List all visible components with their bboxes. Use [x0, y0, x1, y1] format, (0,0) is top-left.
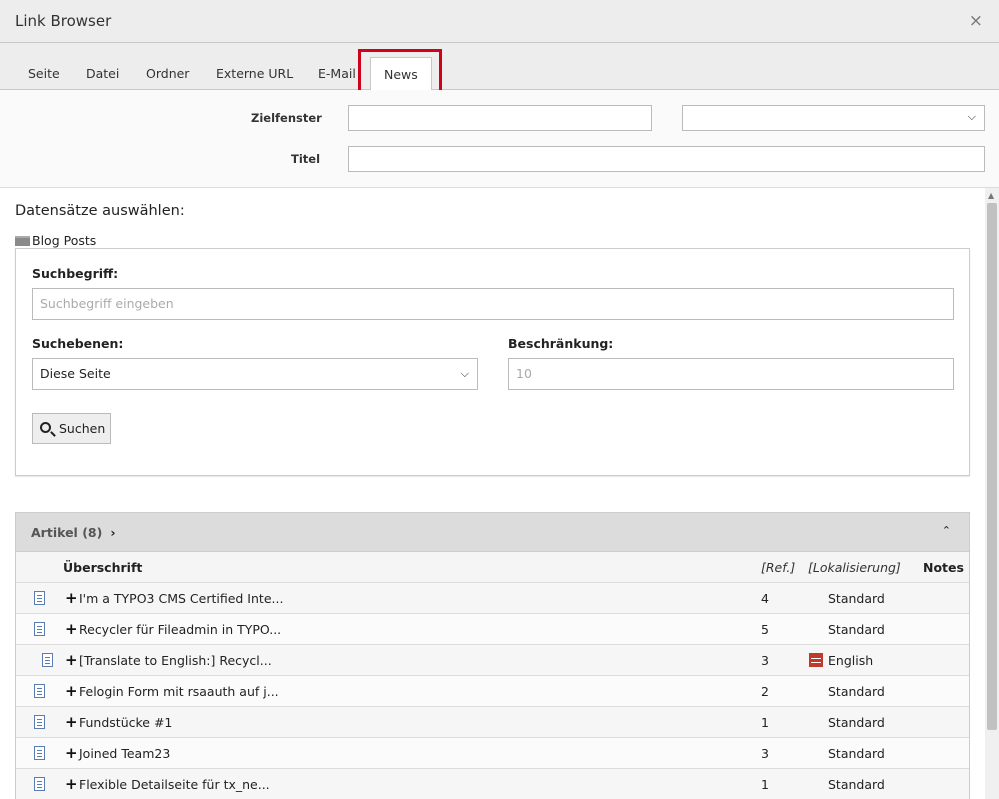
record-ref-count: 3	[761, 653, 769, 668]
title-input[interactable]	[348, 146, 985, 172]
record-title[interactable]: Flexible Detailseite für tx_ne...	[79, 777, 270, 792]
add-icon[interactable]: +	[65, 620, 78, 638]
record-language: Standard	[828, 777, 885, 792]
tab-datei[interactable]: Datei	[86, 57, 119, 90]
record-ref-count: 3	[761, 746, 769, 761]
record-ref-count: 2	[761, 684, 769, 699]
chevron-right-icon: ›	[110, 525, 115, 540]
search-icon	[40, 422, 51, 433]
record-ref-count: 4	[761, 591, 769, 606]
chevron-up-icon[interactable]: ⌃	[942, 524, 951, 537]
records-panel: Artikel (8) › ⌃ Überschrift [Ref.] [Lokal…	[15, 512, 970, 799]
folder-name: Blog Posts	[32, 233, 96, 248]
column-header-ref: [Ref.]	[761, 560, 795, 575]
add-icon[interactable]: +	[65, 713, 78, 731]
table-row: + Joined Team23 3 Standard	[16, 738, 969, 769]
chevron-down-icon: ⌵	[461, 359, 469, 389]
record-language: Standard	[828, 746, 885, 761]
records-panel-header: Artikel (8) › ⌃	[16, 513, 969, 552]
modal-header: Link Browser ×	[0, 0, 999, 43]
limit-label: Beschränkung:	[508, 336, 613, 351]
record-title[interactable]: Recycler für Fileadmin in TYPO...	[79, 622, 281, 637]
record-language: English	[828, 653, 873, 668]
record-language: Standard	[828, 684, 885, 699]
record-title[interactable]: Fundstücke #1	[79, 715, 172, 730]
table-row: + Flexible Detailseite für tx_ne... 1 St…	[16, 769, 969, 799]
tab-seite[interactable]: Seite	[28, 57, 60, 90]
scrollbar[interactable]: ▲	[985, 188, 999, 799]
document-icon	[34, 591, 45, 605]
add-icon[interactable]: +	[65, 589, 78, 607]
tab-bar: Seite Datei Ordner Externe URL E-Mail Ne…	[0, 43, 999, 90]
search-levels-label: Suchebenen:	[32, 336, 123, 351]
chevron-down-icon: ⌵	[968, 110, 976, 124]
document-icon	[34, 684, 45, 698]
records-panel-title[interactable]: Artikel (8) ›	[31, 525, 115, 540]
records-panel-title-text: Artikel (8)	[31, 525, 102, 540]
document-icon	[34, 777, 45, 791]
table-row: + Felogin Form mit rsaauth auf j... 2 St…	[16, 676, 969, 707]
table-row: + Fundstücke #1 1 Standard	[16, 707, 969, 738]
tab-ordner[interactable]: Ordner	[146, 57, 189, 90]
record-language: Standard	[828, 622, 885, 637]
target-label: Zielfenster	[251, 111, 322, 125]
search-button[interactable]: Suchen	[32, 413, 111, 444]
language-flag-icon	[809, 653, 823, 667]
search-panel: Suchbegriff: Suchbegriff eingeben Sucheb…	[15, 248, 970, 476]
document-icon	[34, 622, 45, 636]
record-title[interactable]: [Translate to English:] Recycl...	[79, 653, 272, 668]
document-icon	[42, 653, 53, 667]
record-title[interactable]: I'm a TYPO3 CMS Certified Inte...	[79, 591, 283, 606]
record-ref-count: 1	[761, 715, 769, 730]
close-icon[interactable]: ×	[969, 11, 983, 31]
record-title[interactable]: Joined Team23	[79, 746, 170, 761]
scrollbar-thumb[interactable]	[987, 203, 997, 730]
add-icon[interactable]: +	[65, 682, 78, 700]
target-select[interactable]: ⌵	[682, 105, 985, 131]
tab-externe-url[interactable]: Externe URL	[216, 57, 293, 90]
record-title[interactable]: Felogin Form mit rsaauth auf j...	[79, 684, 279, 699]
record-ref-count: 5	[761, 622, 769, 637]
search-input[interactable]: Suchbegriff eingeben	[32, 288, 954, 320]
search-button-label: Suchen	[59, 421, 105, 436]
column-header-localization: [Lokalisierung]	[808, 560, 901, 575]
link-attributes-form: Zielfenster ⌵ Titel	[0, 90, 999, 188]
modal-title: Link Browser	[15, 12, 111, 30]
record-browser: Datensätze auswählen: Blog Posts Suchbeg…	[0, 188, 985, 799]
record-ref-count: 1	[761, 777, 769, 792]
records-heading: Datensätze auswählen:	[15, 203, 185, 219]
table-header: Überschrift [Ref.] [Lokalisierung] Notes	[16, 552, 969, 583]
record-language: Standard	[828, 715, 885, 730]
search-term-label: Suchbegriff:	[32, 266, 118, 281]
tab-email[interactable]: E-Mail	[318, 57, 356, 90]
folder-icon	[15, 236, 30, 246]
column-header-title[interactable]: Überschrift	[63, 560, 142, 575]
scroll-up-icon[interactable]: ▲	[988, 191, 994, 200]
tab-news[interactable]: News	[370, 57, 432, 91]
limit-input[interactable]: 10	[508, 358, 954, 390]
search-levels-select[interactable]: Diese Seite ⌵	[32, 358, 478, 390]
column-header-notes: Notes	[923, 560, 964, 575]
table-row: + I'm a TYPO3 CMS Certified Inte... 4 St…	[16, 583, 969, 614]
document-icon	[34, 715, 45, 729]
folder-path: Blog Posts	[15, 233, 96, 248]
table-row: + Recycler für Fileadmin in TYPO... 5 St…	[16, 614, 969, 645]
search-levels-value: Diese Seite	[40, 366, 111, 381]
add-icon[interactable]: +	[65, 744, 78, 762]
record-language: Standard	[828, 591, 885, 606]
target-input[interactable]	[348, 105, 652, 131]
title-label: Titel	[291, 152, 320, 166]
table-body: + I'm a TYPO3 CMS Certified Inte... 4 St…	[16, 583, 969, 799]
add-icon[interactable]: +	[65, 775, 78, 793]
document-icon	[34, 746, 45, 760]
table-row: + [Translate to English:] Recycl... 3 En…	[16, 645, 969, 676]
add-icon[interactable]: +	[65, 651, 78, 669]
